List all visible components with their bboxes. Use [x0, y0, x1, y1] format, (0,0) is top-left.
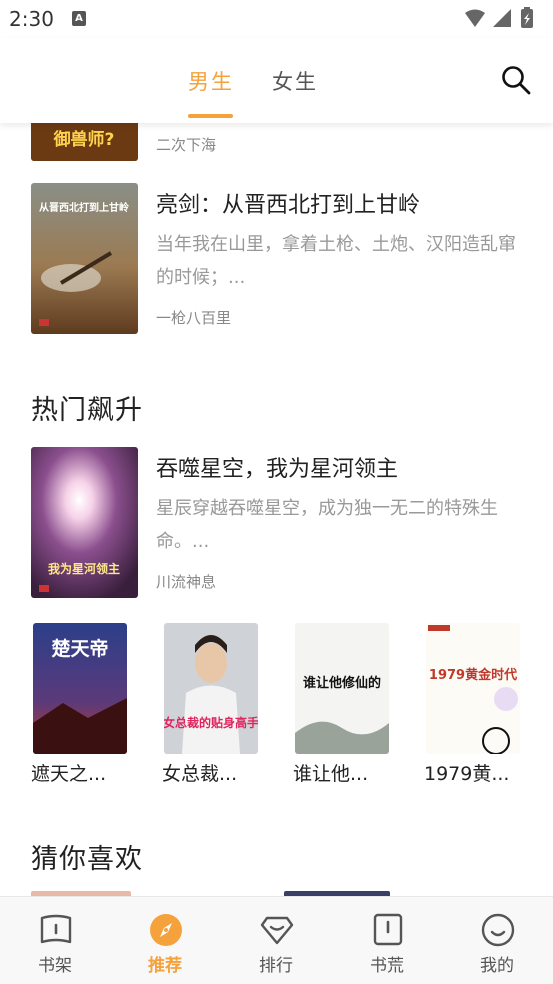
notification-icon: A — [72, 11, 86, 26]
mini-book-list: 楚天帝 遮天之... 女总裁的贴身高手 女总裁... 谁让他修仙的 谁让他...… — [0, 623, 553, 793]
nav-item-ranking[interactable]: 排行 — [221, 897, 331, 984]
svg-text:1979黄金时代: 1979黄金时代 — [429, 667, 517, 683]
nav-item-book-shortage[interactable]: 书荒 — [332, 897, 442, 984]
mini-book-title: 谁让他... — [293, 763, 369, 785]
mini-book-item[interactable]: 1979黄金时代 1979黄... — [424, 623, 521, 786]
nav-label: 推荐 — [148, 956, 182, 976]
book-cover[interactable]: 楚天帝 — [33, 623, 127, 754]
nav-item-bookshelf[interactable]: 书架 — [0, 897, 110, 984]
book-cover[interactable]: 1979黄金时代 — [426, 623, 520, 754]
mini-book-item[interactable]: 女总裁的贴身高手 女总裁... — [162, 623, 259, 786]
svg-text:从晋西北打到上甘岭: 从晋西北打到上甘岭 — [39, 201, 129, 214]
book-author: 二次下海 — [156, 136, 217, 154]
status-time: 2:30 — [9, 7, 54, 31]
mini-book-title: 女总裁... — [162, 763, 238, 785]
mini-book-item[interactable]: 谁让他修仙的 谁让他... — [293, 623, 390, 786]
tab-female[interactable]: 女生 — [272, 66, 318, 96]
book-item[interactable]: 御兽师? 二次下海 — [0, 123, 553, 165]
nav-label: 排行 — [259, 956, 293, 976]
bottom-navigation: 书架 推荐 排行 书荒 我的 — [0, 896, 553, 984]
svg-text:谁让他修仙的: 谁让他修仙的 — [303, 675, 381, 691]
svg-text:楚天帝: 楚天帝 — [51, 637, 108, 660]
nav-label: 书荒 — [370, 956, 404, 976]
bookshelf-icon — [40, 914, 72, 944]
book-cover[interactable]: 从晋西北打到上甘岭 — [31, 183, 138, 334]
svg-text:我为星河领主: 我为星河领主 — [48, 561, 120, 576]
book-author: 川流神息 — [156, 573, 217, 591]
book-cover[interactable]: 御兽师? — [31, 123, 138, 161]
book-description: 星辰穿越吞噬星空，成为独一无二的特殊生命。... — [156, 498, 498, 552]
search-icon[interactable] — [500, 64, 532, 96]
recommend-feed[interactable]: 御兽师? 二次下海 从晋西北打到上甘岭 亮剑：从晋西北打到上甘岭 当年我在山里，… — [0, 123, 553, 896]
book-item[interactable]: 从晋西北打到上甘岭 亮剑：从晋西北打到上甘岭 当年我在山里，拿着土枪、土炮、汉阳… — [0, 183, 553, 338]
system-status-icons — [465, 7, 533, 28]
top-header: 男生 女生 — [0, 38, 553, 123]
status-bar: 2:30 A — [0, 0, 553, 38]
mini-book-item[interactable]: 楚天帝 遮天之... — [31, 623, 128, 786]
mini-book-title: 1979黄... — [424, 763, 510, 785]
featured-book[interactable]: 我为星河领主 吞噬星空，我为星河领主 星辰穿越吞噬星空，成为独一无二的特殊生命。… — [0, 447, 553, 602]
ranking-icon — [260, 916, 294, 945]
profile-icon — [481, 913, 515, 947]
active-tab-indicator — [188, 114, 233, 118]
section-title-hot-rising: 热门飙升 — [31, 395, 143, 426]
book-shortage-icon — [373, 913, 403, 946]
book-cover[interactable]: 我为星河领主 — [31, 447, 138, 598]
compass-icon — [150, 914, 182, 946]
book-title: 吞噬星空，我为星河领主 — [156, 457, 399, 482]
book-title: 亮剑：从晋西北打到上甘岭 — [156, 193, 421, 218]
book-description: 当年我在山里，拿着土枪、土炮、汉阳造乱窜的时候；... — [156, 234, 516, 288]
nav-label: 我的 — [480, 956, 514, 976]
nav-item-recommend[interactable]: 推荐 — [110, 897, 220, 984]
nav-label: 书架 — [38, 956, 72, 976]
svg-text:女总裁的贴身高手: 女总裁的贴身高手 — [164, 715, 258, 730]
section-title-guess-you-like: 猜你喜欢 — [31, 844, 143, 875]
nav-item-profile[interactable]: 我的 — [442, 897, 552, 984]
book-author: 一枪八百里 — [156, 309, 232, 327]
tab-male[interactable]: 男生 — [188, 66, 234, 96]
svg-text:御兽师?: 御兽师? — [53, 129, 115, 150]
book-cover[interactable]: 谁让他修仙的 — [295, 623, 389, 754]
book-cover[interactable]: 女总裁的贴身高手 — [164, 623, 258, 754]
mini-book-title: 遮天之... — [31, 763, 107, 785]
